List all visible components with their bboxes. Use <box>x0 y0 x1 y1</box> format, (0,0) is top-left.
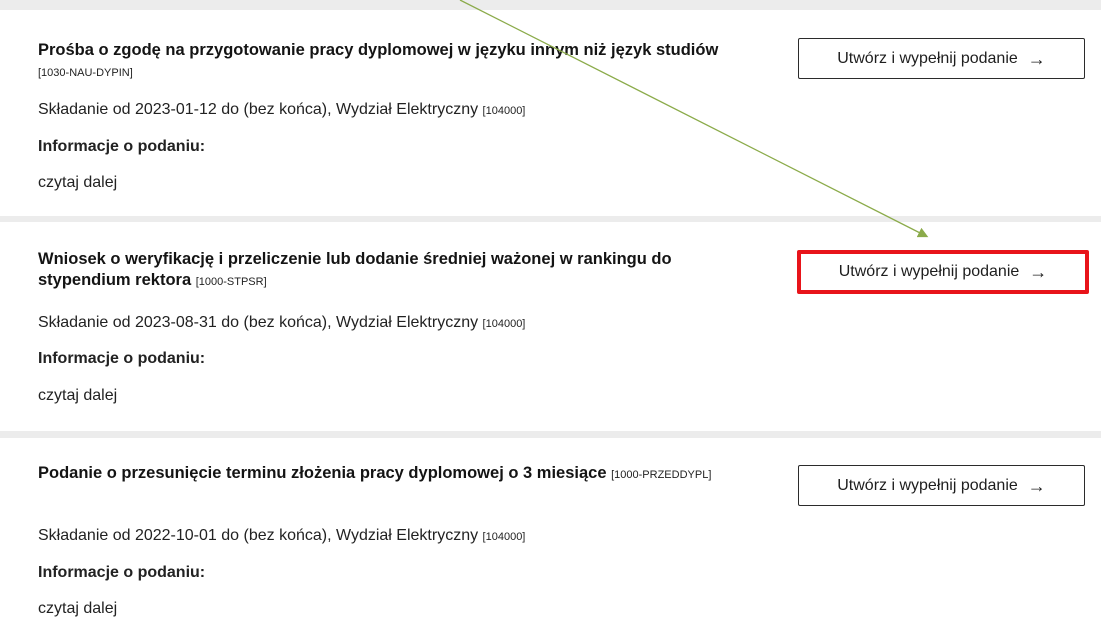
application-title-text: Prośba o zgodę na przygotowanie pracy dy… <box>38 41 719 59</box>
create-application-button[interactable]: Utwórz i wypełnij podanie → <box>797 250 1089 294</box>
arrow-right-icon: → <box>1027 48 1046 69</box>
department-code: [104000] <box>482 105 526 117</box>
application-title: Podanie o przesunięcie terminu złożenia … <box>38 463 728 486</box>
create-application-button-label: Utwórz i wypełnij podanie <box>837 476 1018 494</box>
create-application-button[interactable]: Utwórz i wypełnij podanie → <box>798 465 1085 506</box>
arrow-right-icon: → <box>1027 475 1046 496</box>
application-code: [1030-NAU-DYPIN] <box>38 67 133 79</box>
submission-info: Składanie od 2022-10-01 do (bez końca), … <box>38 526 525 547</box>
application-card: Wniosek o weryfikację i przeliczenie lub… <box>0 222 1101 431</box>
application-code: [1000-STPSR] <box>195 276 267 288</box>
info-label: Informacje o podaniu: <box>38 138 206 155</box>
application-title: Wniosek o weryfikację i przeliczenie lub… <box>38 249 738 293</box>
info-label: Informacje o podaniu: <box>38 564 206 581</box>
submission-text: Składanie od 2022-10-01 do (bez końca), … <box>38 527 479 544</box>
read-more-link[interactable]: czytaj dalej <box>38 599 117 619</box>
application-title: Prośba o zgodę na przygotowanie pracy dy… <box>38 40 773 84</box>
read-more-link[interactable]: czytaj dalej <box>38 173 117 193</box>
department-code: [104000] <box>482 531 526 543</box>
arrow-right-icon: → <box>1029 262 1048 282</box>
application-code: [1000-PRZEDDYPL] <box>611 469 712 481</box>
submission-info: Składanie od 2023-01-12 do (bez końca), … <box>38 100 525 121</box>
application-card: Podanie o przesunięcie terminu złożenia … <box>0 438 1101 644</box>
application-list-page: Prośba o zgodę na przygotowanie pracy dy… <box>0 0 1101 644</box>
create-application-button[interactable]: Utwórz i wypełnij podanie → <box>798 38 1085 79</box>
info-label: Informacje o podaniu: <box>38 350 206 367</box>
application-card-list: Prośba o zgodę na przygotowanie pracy dy… <box>0 0 1101 644</box>
create-application-button-label: Utwórz i wypełnij podanie <box>838 263 1020 280</box>
read-more-link[interactable]: czytaj dalej <box>38 386 117 406</box>
application-card: Prośba o zgodę na przygotowanie pracy dy… <box>0 10 1101 216</box>
application-title-text: Podanie o przesunięcie terminu złożenia … <box>38 464 607 482</box>
submission-text: Składanie od 2023-01-12 do (bez końca), … <box>38 101 479 118</box>
create-application-button-label: Utwórz i wypełnij podanie <box>837 49 1018 67</box>
application-title-text: Wniosek o weryfikację i przeliczenie lub… <box>38 250 672 289</box>
department-code: [104000] <box>482 318 526 330</box>
submission-info: Składanie od 2023-08-31 do (bez końca), … <box>38 313 525 334</box>
submission-text: Składanie od 2023-08-31 do (bez końca), … <box>38 314 479 331</box>
